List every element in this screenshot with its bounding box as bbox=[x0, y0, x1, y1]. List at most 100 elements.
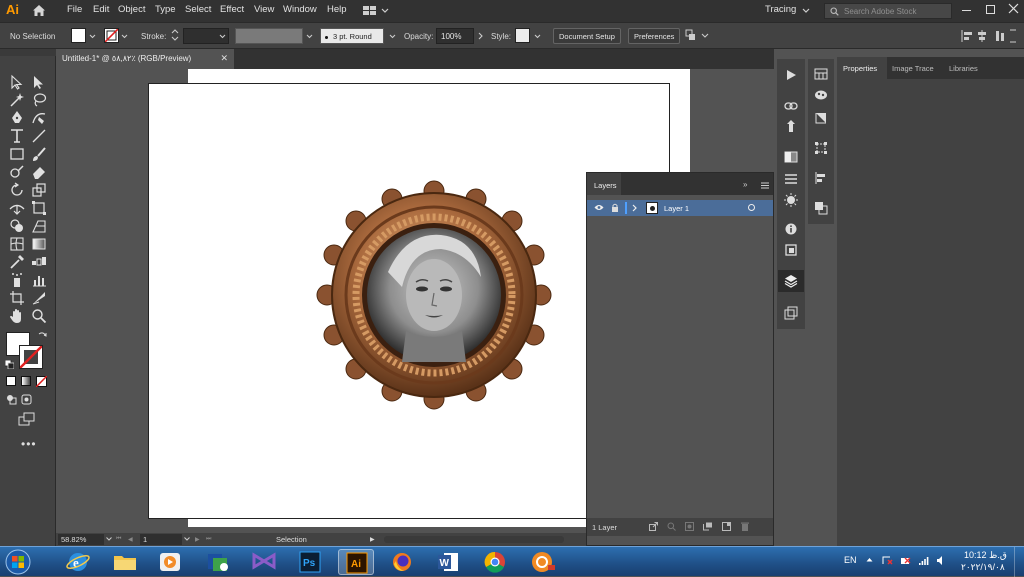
lasso-tool-icon[interactable] bbox=[31, 92, 47, 108]
none-mode-icon[interactable] bbox=[36, 376, 47, 387]
brush-definition[interactable]: 3 pt. Round bbox=[320, 28, 384, 44]
menu-select[interactable]: Select bbox=[185, 4, 211, 15]
brushes-panel-icon[interactable] bbox=[814, 89, 828, 101]
default-colors-icon[interactable] bbox=[5, 360, 14, 369]
links-panel-icon[interactable] bbox=[784, 101, 798, 111]
change-screen-mode-icon[interactable] bbox=[18, 412, 36, 426]
pathfinder-panel-icon[interactable] bbox=[814, 201, 828, 215]
menu-file[interactable]: File bbox=[67, 4, 82, 15]
scale-tool-icon[interactable] bbox=[31, 182, 47, 198]
chevron-down-icon[interactable] bbox=[219, 34, 226, 39]
illustrator-task-active[interactable]: Ai bbox=[338, 549, 374, 575]
puppet-warp-icon[interactable] bbox=[785, 119, 797, 133]
chevron-down-icon[interactable] bbox=[534, 34, 541, 39]
eyedropper-tool-icon[interactable] bbox=[9, 254, 25, 270]
action-center-icon[interactable] bbox=[882, 555, 893, 566]
align-icon[interactable] bbox=[960, 29, 1020, 43]
word-task[interactable]: W bbox=[430, 549, 466, 575]
make-clipping-mask-icon[interactable] bbox=[685, 522, 694, 531]
chevron-down-icon[interactable] bbox=[306, 34, 313, 39]
transform-panel-icon[interactable] bbox=[814, 141, 828, 155]
delete-layer-icon[interactable] bbox=[741, 522, 749, 531]
minimize-button[interactable] bbox=[962, 10, 971, 11]
tab-libraries[interactable]: Libraries bbox=[949, 64, 978, 73]
volume-icon[interactable] bbox=[936, 555, 947, 566]
media-center-task[interactable] bbox=[199, 549, 235, 575]
symbols-panel-icon[interactable] bbox=[814, 111, 828, 125]
document-setup-button[interactable]: Document Setup bbox=[553, 28, 621, 44]
layers-panel-button[interactable] bbox=[778, 270, 804, 292]
line-segment-tool-icon[interactable] bbox=[31, 128, 47, 144]
stroke-weight-stepper[interactable] bbox=[171, 28, 179, 42]
menu-type[interactable]: Type bbox=[155, 4, 176, 15]
stock-search-field[interactable]: Search Adobe Stock bbox=[824, 3, 952, 19]
power-icon[interactable] bbox=[900, 555, 911, 566]
previous-artboard-icon[interactable]: ◀ bbox=[128, 536, 133, 543]
chevron-down-icon[interactable] bbox=[89, 34, 96, 39]
chevron-right-icon[interactable] bbox=[632, 204, 637, 212]
zoom-field[interactable]: 58.82% bbox=[58, 534, 104, 545]
home-icon[interactable] bbox=[32, 4, 46, 17]
artboard-tool-icon[interactable] bbox=[9, 290, 25, 306]
horizontal-scrollbar[interactable] bbox=[384, 536, 564, 543]
chevron-down-icon[interactable] bbox=[389, 34, 396, 39]
chevron-down-icon[interactable] bbox=[106, 537, 112, 541]
tab-image-trace[interactable]: Image Trace bbox=[892, 64, 934, 73]
arrange-icon[interactable] bbox=[685, 29, 709, 43]
show-hidden-icons[interactable] bbox=[866, 557, 873, 562]
clock-time[interactable]: 10:12 ق.ظ bbox=[964, 550, 1007, 561]
input-language[interactable]: EN bbox=[844, 555, 857, 565]
gradient-tool-icon[interactable] bbox=[31, 236, 47, 252]
network-icon[interactable] bbox=[918, 555, 929, 566]
draw-mode-icon[interactable] bbox=[6, 394, 17, 405]
show-desktop-button[interactable] bbox=[1014, 547, 1024, 577]
rectangle-tool-icon[interactable] bbox=[9, 146, 25, 162]
lock-icon[interactable] bbox=[611, 203, 619, 212]
stroke-color-large[interactable] bbox=[19, 345, 43, 369]
gradient-mode-icon[interactable] bbox=[21, 376, 31, 386]
framed-portrait-image[interactable] bbox=[316, 177, 552, 413]
internet-explorer-task[interactable]: e bbox=[60, 549, 96, 575]
chevron-right-icon[interactable] bbox=[478, 32, 483, 40]
visual-studio-task[interactable] bbox=[246, 549, 282, 575]
menu-window[interactable]: Window bbox=[283, 4, 317, 15]
hand-tool-icon[interactable] bbox=[9, 308, 25, 324]
mesh-tool-icon[interactable] bbox=[9, 236, 25, 252]
last-artboard-icon[interactable]: ⏭ bbox=[206, 536, 211, 543]
align-panel-icon[interactable] bbox=[814, 171, 828, 185]
zoom-tool-icon[interactable] bbox=[31, 308, 47, 324]
chrome-task[interactable] bbox=[477, 549, 513, 575]
direct-selection-tool-icon[interactable] bbox=[31, 74, 47, 90]
start-button[interactable] bbox=[3, 548, 33, 576]
paintbrush-tool-icon[interactable] bbox=[31, 146, 47, 162]
layers-panel-header[interactable]: Layers » bbox=[587, 173, 773, 195]
chevron-down-icon[interactable] bbox=[121, 34, 128, 39]
slice-tool-icon[interactable] bbox=[31, 290, 47, 306]
perspective-grid-tool-icon[interactable] bbox=[31, 218, 47, 234]
collapse-panel-icon[interactable]: » bbox=[743, 180, 747, 189]
fill-swatch[interactable] bbox=[71, 28, 86, 43]
layer-name[interactable]: Layer 1 bbox=[664, 204, 689, 213]
file-explorer-task[interactable] bbox=[107, 549, 143, 575]
column-graph-tool-icon[interactable] bbox=[31, 272, 47, 288]
menu-edit[interactable]: Edit bbox=[93, 4, 109, 15]
panel-menu-icon[interactable] bbox=[761, 182, 769, 189]
artboards-panel-icon[interactable] bbox=[784, 243, 798, 257]
toolbar-grip[interactable] bbox=[0, 49, 56, 56]
pen-tool-icon[interactable] bbox=[9, 110, 25, 126]
pdf-app-task[interactable] bbox=[524, 549, 560, 575]
next-artboard-icon[interactable]: ▶ bbox=[195, 536, 200, 543]
close-tab-icon[interactable]: ✕ bbox=[220, 53, 228, 64]
magic-wand-tool-icon[interactable] bbox=[9, 92, 25, 108]
curvature-tool-icon[interactable] bbox=[31, 110, 47, 126]
restore-button[interactable] bbox=[986, 5, 995, 14]
shape-builder-tool-icon[interactable] bbox=[9, 218, 25, 234]
document-tab[interactable]: Untitled-1* @ ٥٨,٨٢٪ (RGB/Preview) ✕ bbox=[56, 49, 234, 69]
rotate-tool-icon[interactable] bbox=[9, 182, 25, 198]
menu-object[interactable]: Object bbox=[118, 4, 145, 15]
graphic-style-swatch[interactable] bbox=[515, 28, 530, 43]
clock-date[interactable]: ۲۰۲۲/۱۹/۰۸ bbox=[961, 562, 1005, 573]
first-artboard-icon[interactable]: ⏮ bbox=[116, 536, 121, 543]
shaper-tool-icon[interactable] bbox=[9, 164, 25, 180]
menu-help[interactable]: Help bbox=[327, 4, 347, 15]
